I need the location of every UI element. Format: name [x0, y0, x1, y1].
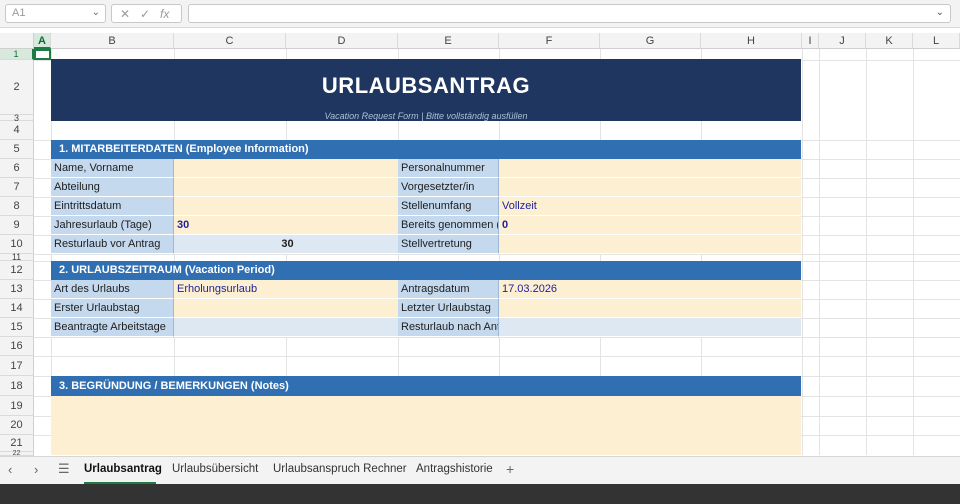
first-day-input[interactable]: [174, 299, 398, 318]
column-header-i[interactable]: I: [802, 33, 819, 49]
gridline: [866, 49, 867, 455]
column-header-g[interactable]: G: [600, 33, 701, 49]
notes-input[interactable]: [51, 396, 801, 455]
row-header-20[interactable]: 20: [0, 416, 34, 435]
name-label: Name, Vorname: [51, 159, 174, 178]
column-header-j[interactable]: J: [819, 33, 866, 49]
personnel-number-label: Personalnummer: [398, 159, 499, 178]
leave-type-input[interactable]: Erholungsurlaub: [174, 280, 398, 299]
tab-urlaubsantrag[interactable]: Urlaubsantrag: [84, 463, 162, 475]
last-day-label: Letzter Urlaubstag: [398, 299, 499, 318]
section-header-vacation-period: 2. URLAUBSZEITRAUM (Vacation Period): [51, 261, 801, 280]
row-header-9[interactable]: 9: [0, 216, 34, 235]
annual-leave-label: Jahresurlaub (Tage): [51, 216, 174, 235]
form-subtitle: Vacation Request Form | Bitte vollständi…: [324, 111, 528, 121]
entry-date-label: Eintrittsdatum: [51, 197, 174, 216]
row-header-11[interactable]: 11: [0, 253, 34, 262]
deputy-label: Stellvertretung: [398, 235, 499, 254]
entry-date-input[interactable]: [174, 197, 398, 216]
department-label: Abteilung: [51, 178, 174, 197]
name-box-dropdown-icon[interactable]: ⌄: [92, 7, 100, 18]
select-all-corner[interactable]: [0, 33, 34, 49]
sheet-tab-bar: ‹ › ☰ Urlaubsantrag Urlaubsübersicht Url…: [0, 456, 960, 485]
requested-workdays-value: [174, 318, 398, 337]
gridline: [802, 49, 803, 455]
section-header-notes: 3. BEGRÜNDUNG / BEMERKUNGEN (Notes): [51, 376, 801, 396]
row-header-19[interactable]: 19: [0, 396, 34, 416]
formula-input[interactable]: ⌄: [188, 4, 951, 23]
days-taken-label: Bereits genommen (T: [398, 216, 499, 235]
supervisor-label: Vorgesetzter/in: [398, 178, 499, 197]
row-header-18[interactable]: 18: [0, 376, 34, 396]
request-date-label: Antragsdatum: [398, 280, 499, 299]
formula-actions: ✕ ✓ fx: [111, 4, 182, 23]
column-header-h[interactable]: H: [701, 33, 802, 49]
column-header-l[interactable]: L: [913, 33, 960, 49]
column-header-f[interactable]: F: [499, 33, 600, 49]
annual-leave-input[interactable]: 30: [174, 216, 398, 235]
remaining-after-value: [499, 318, 801, 337]
last-day-input[interactable]: [499, 299, 801, 318]
requested-workdays-label: Beantragte Arbeitstage: [51, 318, 174, 337]
leave-type-label: Art des Urlaubs: [51, 280, 174, 299]
cancel-icon[interactable]: ✕: [120, 7, 130, 21]
row-header-17[interactable]: 17: [0, 356, 34, 376]
row-header-2[interactable]: 2: [0, 60, 34, 115]
tab-urlaubsanspruch-rechner[interactable]: Urlaubsanspruch Rechner: [273, 463, 407, 475]
tab-scroll-left-icon[interactable]: ‹: [8, 462, 12, 477]
column-header-k[interactable]: K: [866, 33, 913, 49]
row-header-6[interactable]: 6: [0, 159, 34, 178]
status-bar: [0, 484, 960, 504]
employment-scope-input[interactable]: Vollzeit: [499, 197, 801, 216]
row-header-14[interactable]: 14: [0, 299, 34, 318]
column-header-b[interactable]: B: [51, 33, 174, 49]
add-sheet-button[interactable]: +: [506, 461, 514, 477]
enter-icon[interactable]: ✓: [140, 7, 150, 21]
column-header-c[interactable]: C: [174, 33, 286, 49]
section-header-employee: 1. MITARBEITERDATEN (Employee Informatio…: [51, 140, 801, 159]
row-header-15[interactable]: 15: [0, 318, 34, 337]
form-title: URLAUBSANTRAG: [321, 73, 531, 98]
row-header-1[interactable]: 1: [0, 49, 34, 60]
gridline: [819, 49, 820, 455]
deputy-input[interactable]: [499, 235, 801, 254]
employment-scope-label: Stellenumfang: [398, 197, 499, 216]
days-taken-input[interactable]: 0: [499, 216, 801, 235]
all-sheets-menu-icon[interactable]: ☰: [58, 461, 70, 477]
row-header-4[interactable]: 4: [0, 121, 34, 140]
name-box-value: A1: [12, 7, 26, 19]
gridline: [913, 49, 914, 455]
remaining-before-label: Resturlaub vor Antrag: [51, 235, 174, 254]
column-header-a[interactable]: A: [34, 33, 51, 49]
expand-formula-icon[interactable]: ⌄: [936, 7, 944, 18]
row-header-16[interactable]: 16: [0, 337, 34, 356]
gridline: [34, 254, 960, 255]
tab-antragshistorie[interactable]: Antragshistorie: [416, 463, 493, 475]
first-day-label: Erster Urlaubstag: [51, 299, 174, 318]
row-header-13[interactable]: 13: [0, 280, 34, 299]
row-header-8[interactable]: 8: [0, 197, 34, 216]
active-cell-a1[interactable]: [34, 49, 51, 60]
request-date-input[interactable]: 17.03.2026: [499, 280, 801, 299]
row-header-12[interactable]: 12: [0, 261, 34, 280]
remaining-before-value: 30: [174, 235, 398, 254]
column-header-d[interactable]: D: [286, 33, 398, 49]
gridline: [34, 337, 960, 338]
formula-bar: A1 ⌄ ✕ ✓ fx ⌄: [0, 0, 960, 28]
department-input[interactable]: [174, 178, 398, 197]
row-header-7[interactable]: 7: [0, 178, 34, 197]
name-box[interactable]: A1 ⌄: [5, 4, 106, 23]
column-header-e[interactable]: E: [398, 33, 499, 49]
tab-urlaubsuebersicht[interactable]: Urlaubsübersicht: [172, 463, 258, 475]
function-icon[interactable]: fx: [160, 7, 169, 21]
supervisor-input[interactable]: [499, 178, 801, 197]
remaining-after-label: Resturlaub nach Antr: [398, 318, 499, 337]
row-header-5[interactable]: 5: [0, 140, 34, 159]
tab-scroll-right-icon[interactable]: ›: [34, 462, 38, 477]
gridline: [34, 356, 960, 357]
personnel-number-input[interactable]: [499, 159, 801, 178]
name-input[interactable]: [174, 159, 398, 178]
